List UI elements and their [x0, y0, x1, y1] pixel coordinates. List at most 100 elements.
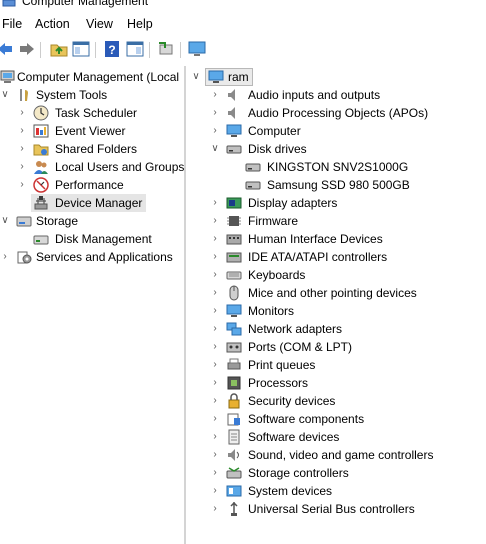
chevron-right-icon[interactable]: ›: [17, 140, 27, 158]
device-category-row[interactable]: › Firmware: [186, 212, 486, 230]
device-category-row[interactable]: › Sound, video and game controllers: [186, 446, 486, 464]
chevron-right-icon[interactable]: ›: [210, 464, 220, 482]
menu-view[interactable]: View: [86, 17, 113, 31]
disk-icon: [245, 181, 261, 190]
chevron-right-icon[interactable]: ›: [210, 320, 220, 338]
device-manager-icon: [34, 196, 48, 210]
chevron-down-icon[interactable]: ∨: [0, 86, 10, 104]
device-category-row[interactable]: ∨ Disk drives: [186, 140, 486, 158]
chevron-right-icon[interactable]: ›: [210, 356, 220, 374]
scan-hardware-icon[interactable]: [157, 40, 175, 58]
tree-item-services[interactable]: › Services and Applications: [0, 248, 184, 266]
chevron-right-icon[interactable]: ›: [210, 248, 220, 266]
tree-item-system-tools[interactable]: ∨ System Tools: [0, 86, 184, 104]
users-icon: [34, 161, 48, 174]
show-hide-tree-icon[interactable]: [72, 40, 90, 58]
chevron-right-icon[interactable]: ›: [210, 284, 220, 302]
chevron-right-icon[interactable]: ›: [210, 500, 220, 518]
mouse-icon: [229, 285, 239, 301]
tree-item-task-scheduler[interactable]: › Task Scheduler: [0, 104, 184, 122]
disk-drive-label: KINGSTON SNV2S1000G: [267, 160, 409, 174]
device-category-label: Disk drives: [248, 142, 307, 156]
chevron-right-icon[interactable]: ›: [17, 158, 27, 176]
chevron-right-icon[interactable]: ›: [210, 446, 220, 464]
device-category-row[interactable]: › Print queues: [186, 356, 486, 374]
event-viewer-label: Event Viewer: [55, 124, 126, 138]
device-category-label: Audio inputs and outputs: [248, 88, 381, 102]
chevron-right-icon[interactable]: ›: [210, 428, 220, 446]
device-category-label: Firmware: [248, 214, 298, 228]
toolbar: ?: [0, 36, 486, 64]
menu-file[interactable]: File: [2, 17, 22, 31]
disk-drive-item[interactable]: KINGSTON SNV2S1000G: [186, 158, 486, 176]
device-category-row[interactable]: › Universal Serial Bus controllers: [186, 500, 486, 518]
tree-item-disk-management[interactable]: Disk Management: [0, 230, 184, 248]
forward-arrow-icon[interactable]: [18, 40, 36, 58]
shared-folders-label: Shared Folders: [55, 142, 138, 156]
tree-item-performance[interactable]: › Performance: [0, 176, 184, 194]
disk-drive-item[interactable]: Samsung SSD 980 500GB: [186, 176, 486, 194]
device-category-row[interactable]: › Network adapters: [186, 320, 486, 338]
device-category-row[interactable]: › Mice and other pointing devices: [186, 284, 486, 302]
chevron-right-icon[interactable]: ›: [210, 122, 220, 140]
chevron-right-icon[interactable]: ›: [17, 176, 27, 194]
computer-management-icon: [0, 70, 15, 83]
storage-icon: [16, 216, 32, 227]
device-category-row[interactable]: › Audio inputs and outputs: [186, 86, 486, 104]
properties-pane-icon[interactable]: [126, 40, 144, 58]
device-category-label: Software components: [248, 412, 365, 426]
up-folder-icon[interactable]: [50, 40, 68, 58]
device-category-row[interactable]: › Storage controllers: [186, 464, 486, 482]
chevron-down-icon[interactable]: ∨: [210, 140, 220, 158]
chevron-right-icon[interactable]: ›: [0, 248, 10, 266]
device-category-row[interactable]: › Human Interface Devices: [186, 230, 486, 248]
device-category-row[interactable]: › Display adapters: [186, 194, 486, 212]
chevron-right-icon[interactable]: ›: [210, 302, 220, 320]
chevron-right-icon[interactable]: ›: [210, 410, 220, 428]
help-icon[interactable]: ?: [103, 40, 121, 58]
device-category-row[interactable]: › IDE ATA/ATAPI controllers: [186, 248, 486, 266]
device-category-row[interactable]: › System devices: [186, 482, 486, 500]
tree-item-local-users[interactable]: › Local Users and Groups: [0, 158, 184, 176]
chevron-right-icon[interactable]: ›: [210, 392, 220, 410]
chevron-down-icon[interactable]: ∨: [191, 68, 201, 86]
tree-item-storage[interactable]: ∨ Storage: [0, 212, 184, 230]
tree-item-shared-folders[interactable]: › Shared Folders: [0, 140, 184, 158]
tree-item-event-viewer[interactable]: › Event Viewer: [0, 122, 184, 140]
device-root[interactable]: ∨ ram: [186, 68, 486, 86]
device-category-label: Universal Serial Bus controllers: [248, 502, 415, 516]
chevron-right-icon[interactable]: ›: [210, 104, 220, 122]
device-category-row[interactable]: › Audio Processing Objects (APOs): [186, 104, 486, 122]
chevron-down-icon[interactable]: ∨: [0, 212, 10, 230]
tree-root[interactable]: Computer Management (Local: [0, 68, 184, 86]
tree-item-device-manager[interactable]: Device Manager: [31, 194, 146, 212]
device-category-row[interactable]: › Ports (COM & LPT): [186, 338, 486, 356]
device-category-row[interactable]: › Processors: [186, 374, 486, 392]
system-tools-label: System Tools: [36, 88, 108, 102]
chevron-right-icon[interactable]: ›: [210, 482, 220, 500]
menu-help[interactable]: Help: [127, 17, 153, 31]
device-category-label: System devices: [248, 484, 333, 498]
chevron-right-icon[interactable]: ›: [210, 194, 220, 212]
device-category-row[interactable]: › Software devices: [186, 428, 486, 446]
chevron-right-icon[interactable]: ›: [210, 338, 220, 356]
device-category-row[interactable]: › Monitors: [186, 302, 486, 320]
chevron-right-icon[interactable]: ›: [210, 86, 220, 104]
device-category-row[interactable]: › Security devices: [186, 392, 486, 410]
chip-icon: [227, 216, 241, 226]
device-category-label: Security devices: [248, 394, 336, 408]
chevron-right-icon[interactable]: ›: [210, 230, 220, 248]
monitor-icon[interactable]: [188, 40, 206, 58]
chevron-right-icon[interactable]: ›: [17, 104, 27, 122]
device-category-row[interactable]: › Software components: [186, 410, 486, 428]
device-category-row[interactable]: › Keyboards: [186, 266, 486, 284]
back-arrow-icon[interactable]: [0, 40, 14, 58]
device-tree: ∨ ram › Audio inputs and outputs › Audio Pr…: [186, 66, 486, 544]
chevron-right-icon[interactable]: ›: [210, 266, 220, 284]
chevron-right-icon[interactable]: ›: [210, 374, 220, 392]
performance-icon: [33, 177, 49, 193]
chevron-right-icon[interactable]: ›: [17, 122, 27, 140]
device-category-row[interactable]: › Computer: [186, 122, 486, 140]
chevron-right-icon[interactable]: ›: [210, 212, 220, 230]
menu-action[interactable]: Action: [35, 17, 70, 31]
